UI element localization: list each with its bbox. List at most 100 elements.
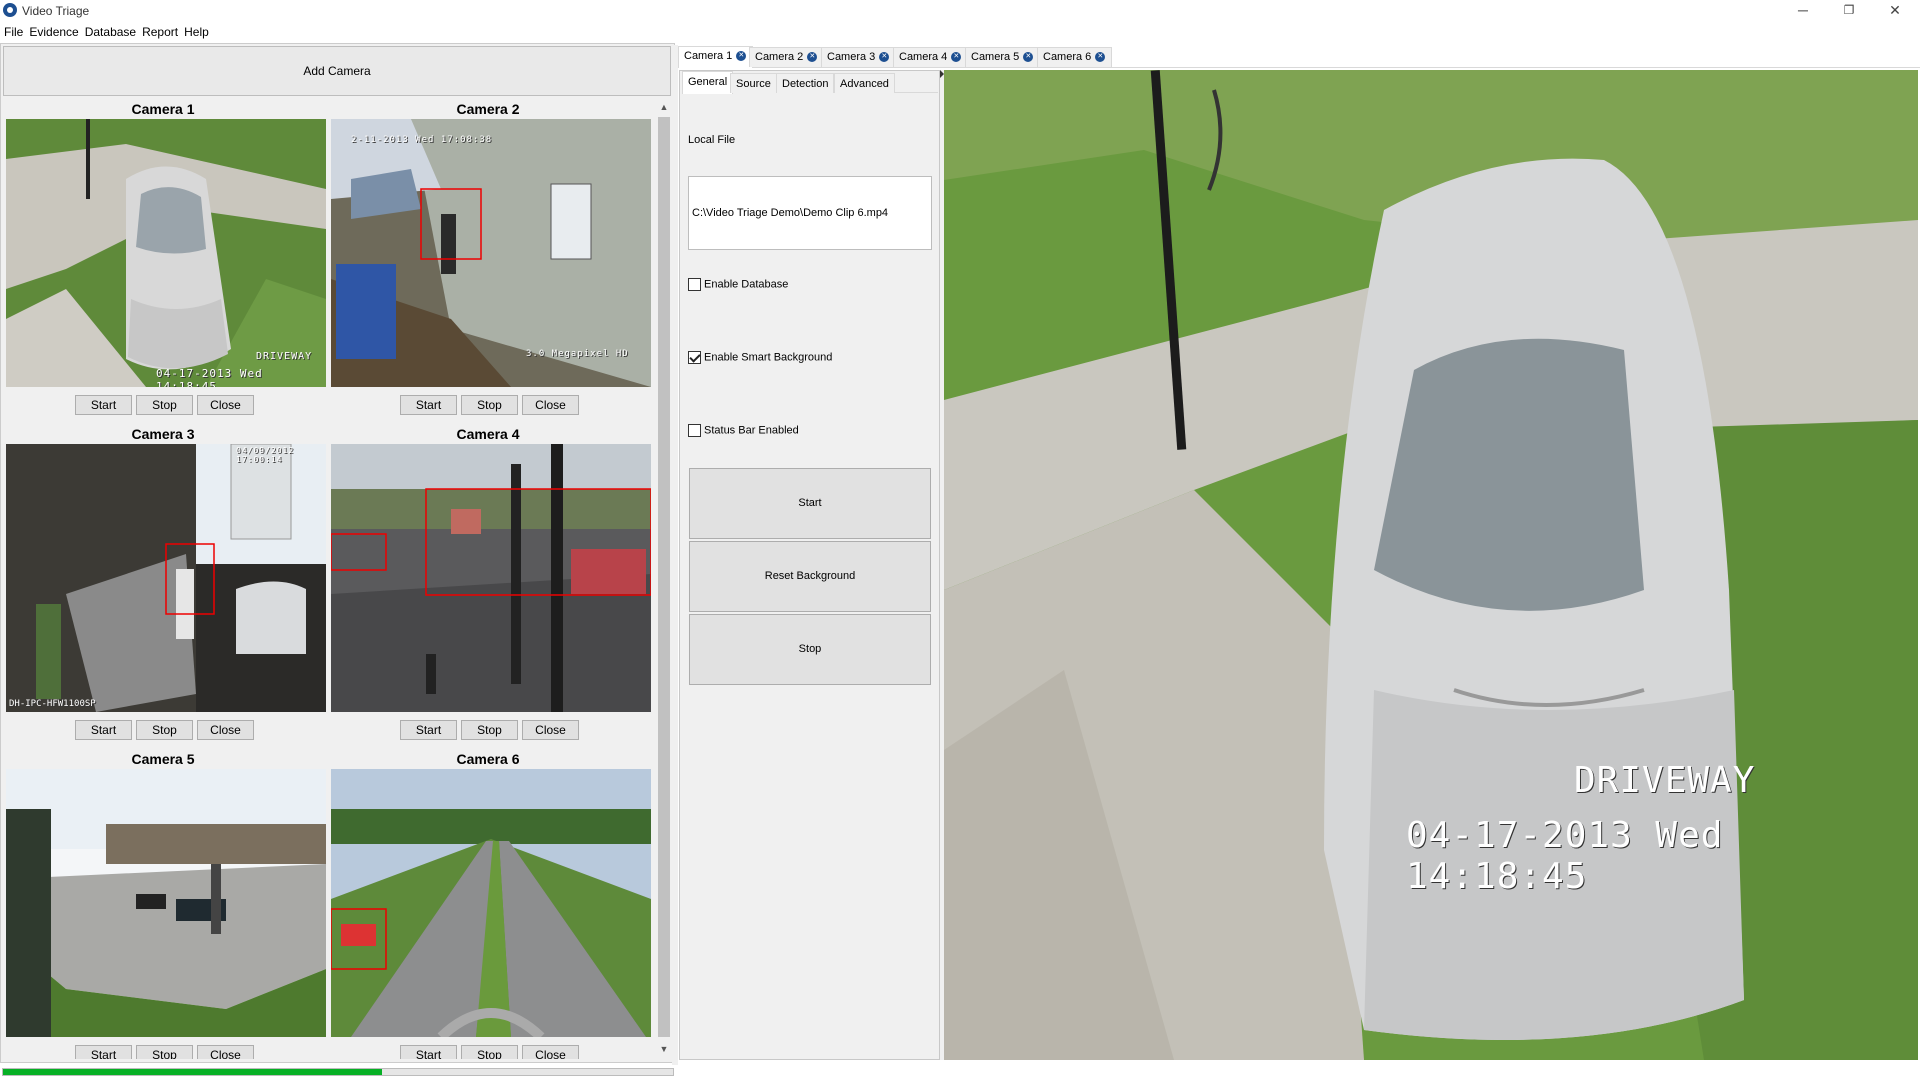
checkbox-label: Status Bar Enabled xyxy=(704,424,799,437)
close-tab-icon[interactable]: ✕ xyxy=(736,51,747,62)
stop-button[interactable]: Stop xyxy=(136,1045,193,1059)
camera-preview[interactable]: DRIVEWAY 04-17-2013 Wed 14:18:45 xyxy=(944,70,1918,1060)
menu-evidence[interactable]: Evidence xyxy=(26,22,81,39)
camera-buttons: Start Stop Close xyxy=(326,1045,656,1059)
smart-background-checkbox[interactable]: Enable Smart Background xyxy=(688,351,832,364)
scrollbar-thumb[interactable] xyxy=(658,117,670,1037)
stop-detection-button[interactable]: Stop xyxy=(689,614,931,685)
close-tab-icon[interactable]: ✕ xyxy=(879,52,890,63)
camera-overlay-timestamp: 04-17-2013 Wed 14:18:45 xyxy=(156,367,263,387)
enable-database-checkbox[interactable]: Enable Database xyxy=(688,278,788,291)
camera-buttons: Start Stop Close xyxy=(1,720,335,742)
preview-overlay-label: DRIVEWAY xyxy=(1574,760,1756,801)
close-button[interactable]: Close xyxy=(522,720,579,740)
tab-camera-5[interactable]: Camera 5 ✕ xyxy=(965,47,1041,67)
camera-cell-4: Camera 4 Start Stop Close xyxy=(326,424,651,749)
checkbox-icon[interactable] xyxy=(688,424,701,437)
close-button[interactable]: Close xyxy=(197,395,254,415)
camera-overlay-caption: 3.0 Megapixel HD xyxy=(526,349,629,359)
camera-title: Camera 1 xyxy=(131,101,195,117)
camera-title: Camera 5 xyxy=(131,751,195,767)
camera-title: Camera 2 xyxy=(456,101,520,117)
camera-cell-5: Camera 5 Start Stop Close xyxy=(1,749,326,1059)
start-button[interactable]: Start xyxy=(400,1045,457,1059)
camera-title: Camera 3 xyxy=(131,426,195,442)
camera-cell-3: Camera 3 04/09/2012 17:00:14 DH-IPC-HFW1… xyxy=(1,424,326,749)
tab-camera-6[interactable]: Camera 6 ✕ xyxy=(1037,47,1113,67)
close-tab-icon[interactable]: ✕ xyxy=(1095,52,1106,63)
minimize-button[interactable]: ─ xyxy=(1780,0,1826,22)
local-file-label: Local File xyxy=(688,134,736,146)
close-tab-icon[interactable]: ✕ xyxy=(951,52,962,63)
camera-grid-scrollbar[interactable]: ▲ ▼ xyxy=(656,99,672,1057)
close-tab-icon[interactable]: ✕ xyxy=(807,52,818,63)
settings-tab-strip: General Source Detection Advanced xyxy=(682,71,938,94)
tab-camera-3[interactable]: Camera 3 ✕ xyxy=(821,47,897,67)
menu-database[interactable]: Database xyxy=(82,22,139,39)
camera-title: Camera 6 xyxy=(456,751,520,767)
camera-tab-strip: Camera 1 ✕ Camera 2 ✕ Camera 3 ✕ Camera 4 ✕ … xyxy=(678,46,1920,68)
add-camera-button[interactable]: Add Camera xyxy=(3,46,671,96)
tab-detection[interactable]: Detection xyxy=(776,73,835,93)
camera-feed-5[interactable] xyxy=(6,769,326,1037)
camera-settings-panel: General Source Detection Advanced Local … xyxy=(679,70,940,1060)
camera-feed-1[interactable]: DRIVEWAY 04-17-2013 Wed 14:18:45 xyxy=(6,119,326,387)
checkbox-icon[interactable] xyxy=(688,278,701,291)
tab-advanced[interactable]: Advanced xyxy=(834,73,895,93)
close-button[interactable]: Close xyxy=(197,1045,254,1059)
general-settings: Local File C:\Video Triage Demo\Demo Cli… xyxy=(682,94,938,1056)
close-button[interactable]: Close xyxy=(522,1045,579,1059)
camera-buttons: Start Stop Close xyxy=(326,395,656,417)
tab-camera-2[interactable]: Camera 2 ✕ xyxy=(749,47,825,67)
camera-feed-4[interactable] xyxy=(331,444,651,712)
camera-grid: Camera 1 DRIVEWAY 04-17-2013 Wed 14:18:4… xyxy=(1,99,656,1059)
start-button[interactable]: Start xyxy=(400,395,457,415)
stop-button[interactable]: Stop xyxy=(136,395,193,415)
start-button[interactable]: Start xyxy=(75,1045,132,1059)
tab-label: Camera 5 xyxy=(971,51,1020,63)
start-detection-button[interactable]: Start xyxy=(689,468,931,539)
status-bar-checkbox[interactable]: Status Bar Enabled xyxy=(688,424,799,437)
menu-report[interactable]: Report xyxy=(139,22,181,39)
camera-overlay-label: DRIVEWAY xyxy=(256,351,313,362)
camera-feed-6[interactable] xyxy=(331,769,651,1037)
camera-feed-3[interactable]: 04/09/2012 17:00:14 DH-IPC-HFW1100SP xyxy=(6,444,326,712)
start-button[interactable]: Start xyxy=(400,720,457,740)
tab-camera-1[interactable]: Camera 1 ✕ xyxy=(678,46,754,68)
tab-label: Camera 1 xyxy=(684,50,733,62)
tab-general[interactable]: General xyxy=(682,71,734,94)
tab-label: Camera 3 xyxy=(827,51,876,63)
menu-bar: File Evidence Database Report Help xyxy=(0,22,1920,42)
checkbox-label: Enable Smart Background xyxy=(704,351,833,364)
stop-button[interactable]: Stop xyxy=(136,720,193,740)
maximize-button[interactable]: ❐ xyxy=(1826,0,1872,22)
camera-overlay-timestamp: 2-11-2013 Wed 17:08:38 xyxy=(351,135,493,145)
local-file-field[interactable]: C:\Video Triage Demo\Demo Clip 6.mp4 xyxy=(688,176,932,250)
tab-source[interactable]: Source xyxy=(730,73,777,93)
tab-label: Camera 2 xyxy=(755,51,804,63)
checkbox-icon[interactable] xyxy=(688,351,701,364)
close-button[interactable]: Close xyxy=(522,395,579,415)
camera-cell-1: Camera 1 DRIVEWAY 04-17-2013 Wed 14:18:4… xyxy=(1,99,326,424)
menu-file[interactable]: File xyxy=(0,22,26,39)
camera-overlay-timestamp: 04/09/2012 17:00:14 xyxy=(236,446,295,464)
stop-button[interactable]: Stop xyxy=(461,720,518,740)
tab-camera-4[interactable]: Camera 4 ✕ xyxy=(893,47,969,67)
camera-feed-2[interactable]: 2-11-2013 Wed 17:08:38 3.0 Megapixel HD xyxy=(331,119,651,387)
scroll-up-icon[interactable]: ▲ xyxy=(656,99,672,115)
window-title: Video Triage xyxy=(22,4,90,18)
close-tab-icon[interactable]: ✕ xyxy=(1023,52,1034,63)
start-button[interactable]: Start xyxy=(75,395,132,415)
menu-help[interactable]: Help xyxy=(181,22,212,39)
panel-splitter[interactable] xyxy=(672,45,678,1065)
stop-button[interactable]: Stop xyxy=(461,1045,518,1059)
camera-buttons: Start Stop Close xyxy=(1,395,335,417)
close-button[interactable]: Close xyxy=(197,720,254,740)
tab-label: Camera 4 xyxy=(899,51,948,63)
scroll-down-icon[interactable]: ▼ xyxy=(656,1041,672,1057)
close-window-button[interactable]: ✕ xyxy=(1872,0,1918,22)
stop-button[interactable]: Stop xyxy=(461,395,518,415)
reset-background-button[interactable]: Reset Background xyxy=(689,541,931,612)
start-button[interactable]: Start xyxy=(75,720,132,740)
camera-buttons: Start Stop Close xyxy=(326,720,656,742)
